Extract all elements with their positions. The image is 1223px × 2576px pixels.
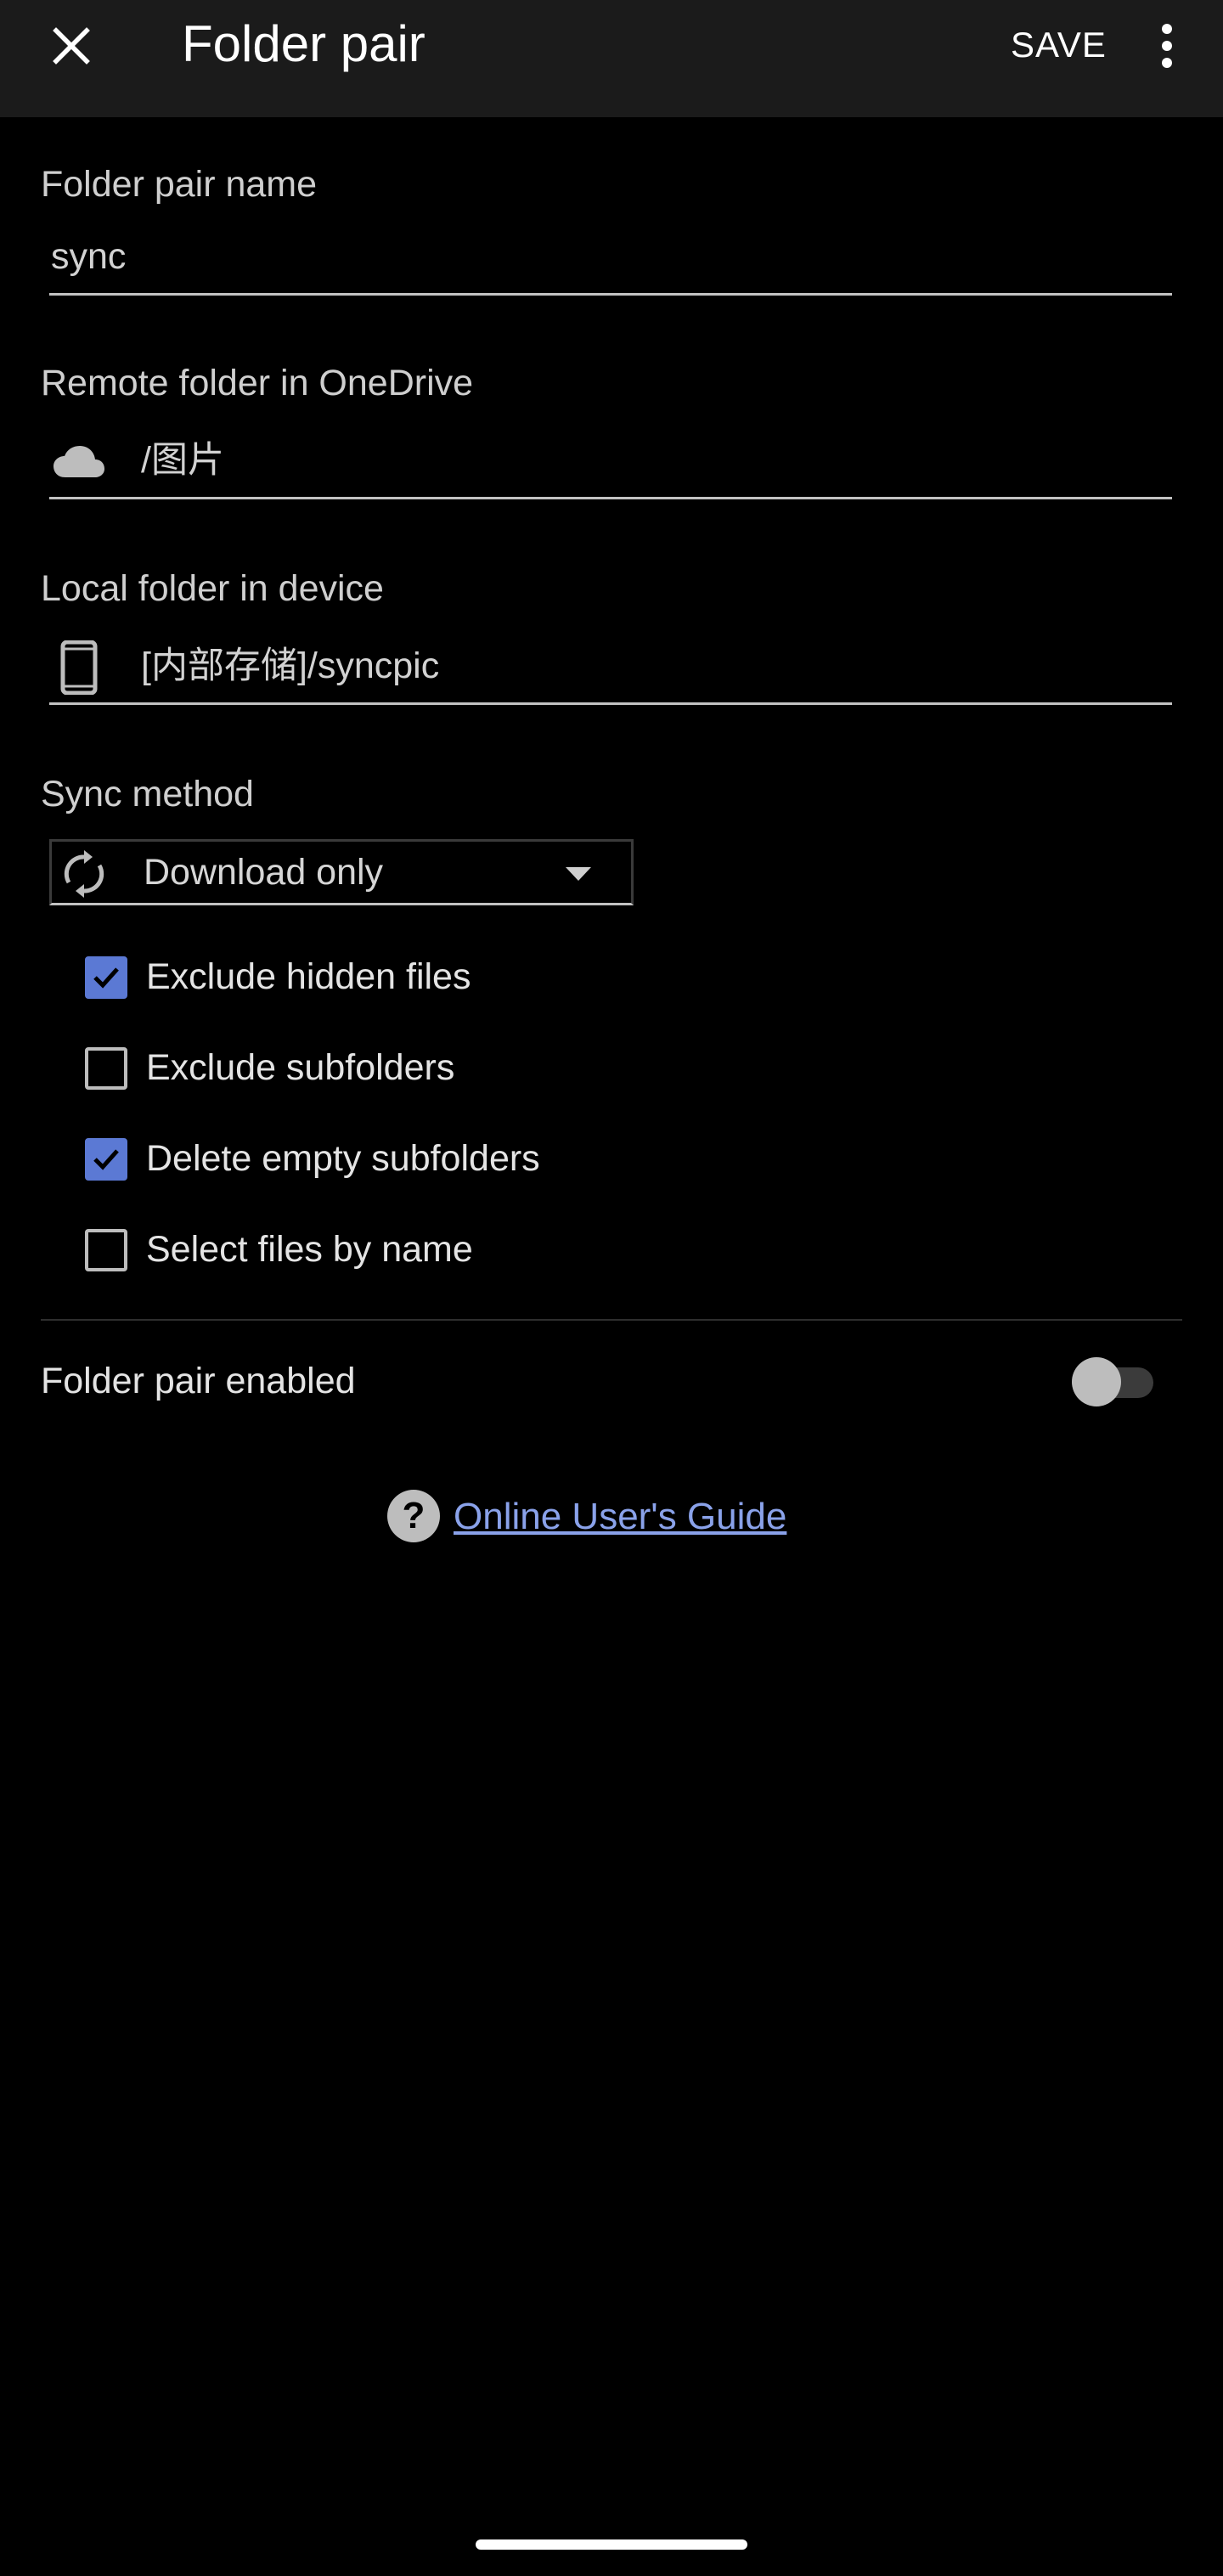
- folder-pair-name-input[interactable]: sync: [49, 216, 1172, 296]
- online-guide-link[interactable]: Online User's Guide: [454, 1493, 786, 1541]
- local-folder-value: [内部存储]/syncpic: [141, 645, 440, 686]
- checkbox-checked[interactable]: [85, 1138, 127, 1181]
- cloud-icon: [49, 435, 109, 489]
- option-label: Exclude subfolders: [146, 1047, 455, 1088]
- sync-method-label: Sync method: [41, 774, 254, 815]
- online-guide: ? Online User's Guide: [387, 1486, 897, 1546]
- page-title: Folder pair: [182, 15, 426, 72]
- save-button[interactable]: SAVE: [1011, 22, 1107, 68]
- phone-icon: [49, 640, 109, 695]
- option-select-files-by-name[interactable]: Select files by name: [82, 1220, 846, 1280]
- option-label: Delete empty subfolders: [146, 1138, 540, 1179]
- option-exclude-hidden-files[interactable]: Exclude hidden files: [82, 948, 846, 1007]
- home-indicator[interactable]: [476, 2539, 747, 2550]
- remote-folder-label: Remote folder in OneDrive: [41, 363, 474, 403]
- folder-pair-enabled-row: Folder pair enabled: [0, 1347, 1223, 1415]
- enabled-toggle-switch[interactable]: [1072, 1357, 1121, 1406]
- sync-icon: [57, 847, 111, 901]
- folder-pair-name-value: sync: [51, 236, 127, 277]
- dropdown-arrow-icon: [561, 859, 595, 889]
- checkbox-unchecked[interactable]: [85, 1229, 127, 1271]
- option-exclude-subfolders[interactable]: Exclude subfolders: [82, 1039, 846, 1098]
- checkbox-checked[interactable]: [85, 956, 127, 999]
- local-folder-label: Local folder in device: [41, 568, 384, 609]
- close-icon[interactable]: [46, 20, 97, 71]
- sync-method-selected: Download only: [144, 852, 384, 893]
- option-label: Exclude hidden files: [146, 956, 471, 997]
- divider: [41, 1319, 1182, 1321]
- more-vert-icon[interactable]: [1147, 19, 1187, 73]
- help-icon: ?: [387, 1490, 440, 1542]
- folder-pair-enabled-label: Folder pair enabled: [41, 1361, 356, 1401]
- checkbox-unchecked[interactable]: [85, 1047, 127, 1090]
- app-bar: Folder pair SAVE: [0, 0, 1223, 117]
- folder-pair-name-label: Folder pair name: [41, 164, 318, 205]
- local-folder-field[interactable]: [内部存储]/syncpic: [49, 625, 1172, 705]
- option-label: Select files by name: [146, 1229, 473, 1270]
- option-delete-empty-subfolders[interactable]: Delete empty subfolders: [82, 1130, 846, 1189]
- sync-method-dropdown[interactable]: Download only: [49, 839, 634, 905]
- remote-folder-value: /图片: [141, 440, 224, 481]
- remote-folder-field[interactable]: /图片: [49, 420, 1172, 499]
